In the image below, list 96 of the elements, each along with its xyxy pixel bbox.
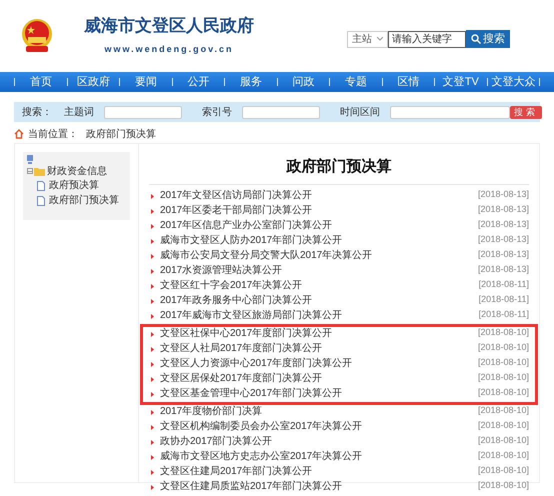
article-link[interactable]: 威海市文登区人防办2017年部门决算公开 <box>160 234 342 248</box>
article-link[interactable]: 威海市公安局文登分局交警大队2017年决算公开 <box>160 249 372 263</box>
article-link[interactable]: 2017年文登区信访局部门决算公开 <box>160 189 312 203</box>
article-link[interactable]: 2017年度物价部门决算 <box>160 405 262 419</box>
article-date: [2018-08-10] <box>478 420 529 430</box>
article-date: [2018-08-10] <box>478 387 529 397</box>
bullet-arrow-icon <box>151 410 154 415</box>
site-url: www.wendeng.gov.cn <box>104 43 234 56</box>
field-label: 时间区间 <box>340 106 380 120</box>
nav-link[interactable]: 文登大众 <box>488 74 539 90</box>
article-date: [2018-08-13] <box>478 249 529 259</box>
article-date: [2018-08-13] <box>478 204 529 214</box>
field-label: 主题词 <box>64 106 94 120</box>
home-icon <box>14 129 24 139</box>
nav-link[interactable]: 首页 <box>15 74 66 90</box>
article-link[interactable]: 文登区人力资源中心2017年度部门决算公开 <box>160 357 352 371</box>
filter-label: 搜索： <box>22 106 52 120</box>
article-date: [2018-08-13] <box>478 234 529 244</box>
article-date: [2018-08-13] <box>478 189 529 199</box>
chevron-icon <box>377 37 383 41</box>
bullet-arrow-icon <box>151 362 154 367</box>
tree-item[interactable]: 政府部门预决算 <box>49 193 119 208</box>
article-link[interactable]: 威海市文登区地方史志办公室2017年决算公开 <box>160 450 362 464</box>
article-link[interactable]: 文登区人社局2017年度部门决算公开 <box>160 342 322 356</box>
nav-link[interactable]: 要闻 <box>120 74 172 90</box>
article-link[interactable]: 2017年区委老干部局部门决算公开 <box>160 204 312 218</box>
nav-link[interactable]: 服务 <box>225 74 276 90</box>
article-date: [2018-08-10] <box>478 480 529 490</box>
breadcrumb-current[interactable]: 政府部门预决算 <box>86 126 156 142</box>
bullet-arrow-icon <box>151 224 154 229</box>
article-date: [2018-08-10] <box>478 465 529 475</box>
bullet-arrow-icon <box>151 284 154 289</box>
bullet-arrow-icon <box>151 269 154 274</box>
computer-icon <box>27 155 33 164</box>
article-date: [2018-08-10] <box>478 357 529 367</box>
nav-link[interactable]: 区情 <box>382 74 434 90</box>
bullet-arrow-icon <box>151 485 154 490</box>
filter-input[interactable] <box>390 106 510 118</box>
bullet-arrow-icon <box>151 194 154 199</box>
article-link[interactable]: 2017年政务服务中心部门决算公开 <box>160 294 312 308</box>
article-link[interactable]: 政协办2017部门决算公开 <box>160 435 272 449</box>
search-icon <box>471 34 481 44</box>
field-label: 索引号 <box>202 106 232 120</box>
filter-search-button[interactable]: 搜索 <box>510 106 542 118</box>
bullet-arrow-icon <box>151 254 154 259</box>
breadcrumb-label: 当前位置： <box>28 128 78 142</box>
article-date: [2018-08-10] <box>478 342 529 352</box>
article-link[interactable]: 文登区基金管理中心2017年部门决算公开 <box>160 387 342 401</box>
page-heading: 政府部门预决算 <box>285 158 392 176</box>
bullet-arrow-icon <box>151 392 154 397</box>
bullet-arrow-icon <box>151 425 154 430</box>
article-date: [2018-08-13] <box>478 219 529 229</box>
bullet-arrow-icon <box>151 440 154 445</box>
search-button[interactable]: 搜索 <box>466 30 510 48</box>
nav-link[interactable]: 公开 <box>172 74 224 90</box>
bullet-arrow-icon <box>151 455 154 460</box>
article-link[interactable]: 文登区红十字会2017年决算公开 <box>160 279 302 293</box>
nav-link[interactable]: 区政府 <box>68 74 119 90</box>
folder-icon <box>34 166 45 176</box>
bullet-arrow-icon <box>151 239 154 244</box>
nav-link[interactable]: 问政 <box>278 74 329 90</box>
nav-link[interactable]: 专题 <box>330 74 382 90</box>
article-date: [2018-08-10] <box>478 435 529 445</box>
bullet-arrow-icon <box>151 470 154 475</box>
article-date: [2018-08-10] <box>478 327 529 337</box>
article-link[interactable]: 2017年区信息产业办公室部门决算公开 <box>160 219 332 233</box>
article-date: [2018-08-10] <box>478 405 529 415</box>
article-link[interactable]: 文登区住建局质监站2017年部门决算公开 <box>160 480 342 494</box>
article-date: [2018-08-13] <box>478 264 529 274</box>
bullet-arrow-icon <box>151 347 154 352</box>
article-link[interactable]: 文登区居保处2017年度部门决算公开 <box>160 372 322 386</box>
bullet-arrow-icon <box>151 209 154 214</box>
article-date: [2018-08-11] <box>478 309 529 319</box>
search-field[interactable]: 请输入关键字 <box>388 30 466 48</box>
tree-item[interactable]: 政府预决算 <box>49 178 99 193</box>
site-title: 威海市文登区人民政府 <box>84 15 254 38</box>
bullet-arrow-icon <box>151 332 154 337</box>
filter-input[interactable] <box>104 106 182 118</box>
bullet-arrow-icon <box>151 299 154 304</box>
article-date: [2018-08-10] <box>478 372 529 382</box>
emblem-icon <box>20 18 54 54</box>
article-link[interactable]: 文登区社保中心2017年度部门决算公开 <box>160 327 332 341</box>
article-date: [2018-08-11] <box>478 279 529 289</box>
article-link[interactable]: 文登区机构编制委员会办公室2017年决算公开 <box>160 420 362 434</box>
bullet-arrow-icon <box>151 377 154 382</box>
article-link[interactable]: 2017水资源管理站决算公开 <box>160 264 282 278</box>
site-select[interactable]: 主站 <box>347 30 388 48</box>
filter-input[interactable] <box>242 106 320 118</box>
article-date: [2018-08-11] <box>478 294 529 304</box>
bullet-arrow-icon <box>151 314 154 319</box>
article-date: [2018-08-10] <box>478 450 529 460</box>
nav-link[interactable]: 文登TV <box>435 74 486 90</box>
article-link[interactable]: 文登区住建局2017年部门决算公开 <box>160 465 312 479</box>
tree-item[interactable]: 财政资金信息 <box>47 164 107 178</box>
collapse-icon[interactable] <box>27 168 33 174</box>
article-link[interactable]: 2017年威海市文登区旅游局部门决算公开 <box>160 309 342 323</box>
